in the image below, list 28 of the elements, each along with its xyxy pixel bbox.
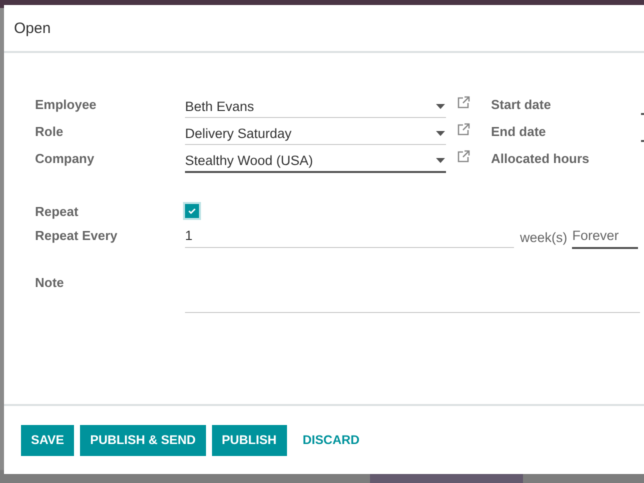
field-label: Repeat: [35, 204, 80, 221]
external-link-icon[interactable]: [457, 150, 470, 163]
checkbox[interactable]: [185, 204, 199, 218]
caret-icon: [436, 158, 445, 162]
caret-icon: [436, 104, 445, 108]
field-label: Employee: [35, 97, 98, 112]
unit-label: week(s): [520, 230, 568, 245]
field-label: Allocated hours: [491, 151, 590, 166]
field-label: End date: [491, 124, 547, 139]
dropdown-field[interactable]: Stealthy Wood (USA): [185, 149, 446, 173]
input-field[interactable]: 1: [185, 228, 514, 248]
field-label: Start date: [491, 97, 552, 112]
field-label: Note: [35, 275, 65, 292]
field-label: Repeat Every: [35, 228, 118, 245]
input-field[interactable]: Forever: [572, 228, 638, 249]
field-label: Role: [35, 124, 64, 139]
caret-icon: [436, 130, 445, 136]
dialog-title: Open: [14, 20, 51, 36]
check-icon: [188, 208, 196, 214]
external-link-icon[interactable]: [457, 96, 470, 109]
discard-link[interactable]: DISCARD: [292, 424, 370, 456]
external-link-icon[interactable]: [457, 123, 470, 136]
action-button[interactable]: PUBLISH: [212, 424, 287, 456]
dropdown-field[interactable]: Beth Evans: [185, 95, 446, 118]
dropdown-field[interactable]: Delivery Saturday: [185, 122, 446, 145]
field-label: Company: [35, 151, 96, 166]
action-button[interactable]: PUBLISH & SEND: [80, 424, 206, 456]
action-button[interactable]: SAVE: [21, 424, 74, 456]
